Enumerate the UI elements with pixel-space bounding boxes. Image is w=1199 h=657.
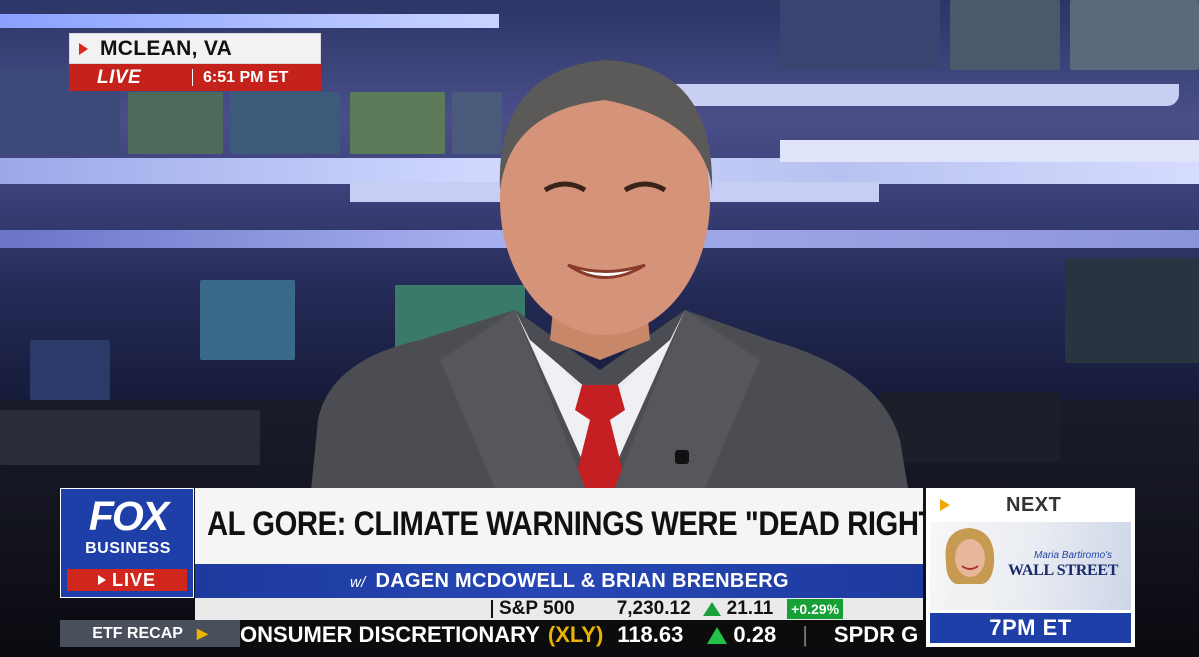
logo-fox-text: FOX: [88, 493, 169, 539]
up-next-panel: NEXT Maria Bartiromo's WALL STREET 7PM E…: [926, 488, 1135, 647]
ticker-symbol: (XLY): [547, 622, 604, 647]
show-title-line2: WALL STREET: [1008, 562, 1119, 579]
ticker-fund-name: ONSUMER DISCRETIONARY: [240, 622, 540, 647]
show-title-line1: Maria Bartiromo's: [1034, 550, 1113, 561]
ticker-section-label: ETF RECAP ▶: [60, 620, 240, 647]
play-icon: [940, 499, 950, 511]
index-change: 21.11: [726, 598, 774, 619]
hosts-names: DAGEN MCDOWELL & BRIAN BRENBERG: [375, 570, 789, 592]
live-label: LIVE: [97, 66, 142, 88]
headline-banner: AL GORE: CLIMATE WARNINGS WERE "DEAD RIG…: [195, 488, 950, 564]
divider: [491, 600, 493, 618]
play-icon: [79, 42, 88, 55]
logo-live-text: LIVE: [111, 569, 156, 590]
studio-monitor: [200, 280, 295, 360]
up-next-time: 7PM ET: [930, 613, 1131, 643]
index-percent-badge: +0.29%: [787, 599, 844, 619]
index-name: S&P 500: [499, 598, 575, 619]
logo-live-badge: LIVE: [67, 569, 187, 591]
hosts-line: w/ DAGEN MCDOWELL & BRIAN BRENBERG: [350, 570, 789, 593]
divider: [192, 69, 193, 86]
studio-monitor: [30, 340, 110, 400]
ticker-section-text: ETF RECAP: [92, 624, 183, 642]
location-row: MCLEAN, VA: [69, 33, 321, 64]
studio-monitor: [1070, 0, 1199, 70]
show-promo: Maria Bartiromo's WALL STREET: [930, 522, 1131, 610]
studio-monitor: [1065, 258, 1199, 363]
fox-business-logo: FOX BUSINESS LIVE: [60, 488, 194, 598]
divider: |: [802, 622, 808, 647]
location-label: MCLEAN, VA: [100, 36, 233, 60]
up-arrow-icon: [707, 626, 728, 644]
studio-monitor: [950, 0, 1060, 70]
ticker-item: ONSUMER DISCRETIONARY (XLY) 118.63 0.28 …: [240, 622, 918, 647]
live-time-row: LIVE 6:51 PM ET: [69, 64, 321, 91]
ticker-price: 118.63: [617, 622, 684, 647]
index-quote: S&P 500 7,230.12 21.11 +0.29%: [491, 598, 844, 620]
up-arrow-icon: [702, 602, 721, 616]
studio-monitor: [128, 92, 223, 154]
hosts-bar: w/ DAGEN MCDOWELL & BRIAN BRENBERG: [195, 564, 923, 598]
ticker-next-item: SPDR G: [833, 622, 919, 647]
logo-business-text: BUSINESS: [85, 540, 171, 557]
play-icon: [97, 575, 106, 585]
location-bug: MCLEAN, VA LIVE 6:51 PM ET: [69, 33, 321, 91]
up-next-header: NEXT: [926, 488, 1135, 522]
headline-text: AL GORE: CLIMATE WARNINGS WERE "DEAD RIG…: [207, 505, 950, 543]
index-value: 7,230.12: [616, 598, 691, 619]
up-next-label: NEXT: [1006, 493, 1062, 516]
hosts-prefix: w/: [350, 574, 366, 591]
host-portrait: [944, 528, 995, 610]
anchor-figure: [310, 60, 910, 500]
light-band: [0, 14, 499, 28]
scrolling-ticker: ONSUMER DISCRETIONARY (XLY) 118.63 0.28 …: [240, 620, 923, 647]
ticker-change: 0.28: [733, 622, 777, 647]
time-label: 6:51 PM ET: [203, 68, 289, 86]
studio-monitor: [0, 410, 260, 465]
chevron-right-icon: ▶: [196, 625, 208, 641]
index-ticker: S&P 500 7,230.12 21.11 +0.29%: [195, 598, 923, 620]
